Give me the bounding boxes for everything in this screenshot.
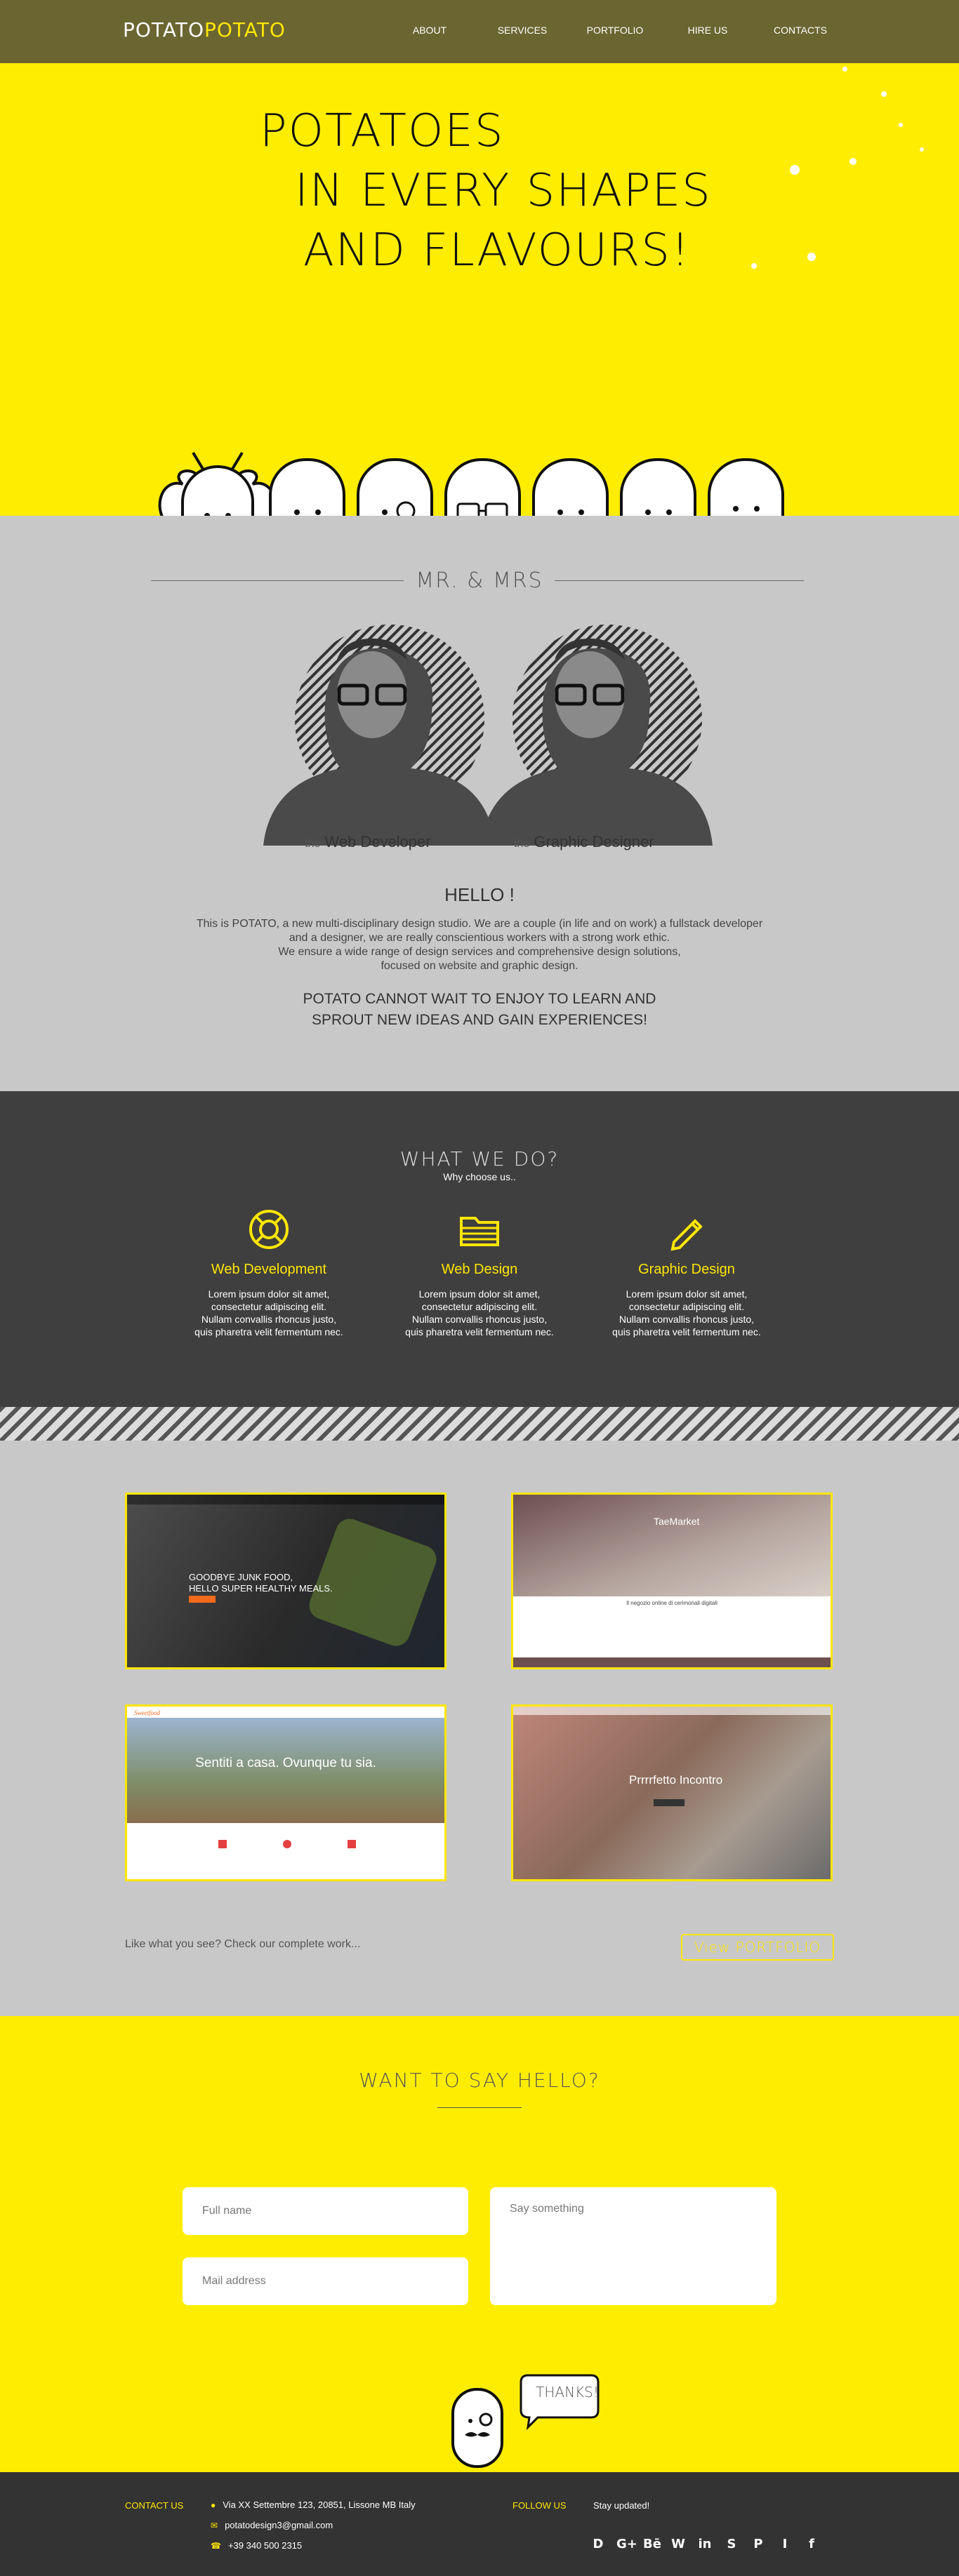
about-paragraph-line: and a designer, we are really conscienti… [289, 932, 670, 944]
service-description: Lorem ipsum dolor sit amet, consectetur a… [612, 1288, 761, 1337]
about-paragraph-line: We ensure a wide range of design service… [278, 946, 681, 958]
service-description: Lorem ipsum dolor sit amet, consectetur a… [194, 1288, 343, 1337]
feature-icon [283, 1840, 291, 1848]
card-headline: Sentiti a casa. Ovunque tu sia. [195, 1756, 376, 1770]
services-subtitle: Why choose us.. [443, 1171, 516, 1182]
service-description: Lorem ipsum dolor sit amet, consectetur a… [405, 1288, 554, 1337]
footer-email[interactable]: ✉ potatodesign3@gmail.com [211, 2520, 333, 2530]
mail-icon: ✉ [211, 2520, 218, 2530]
decor-dot [790, 165, 800, 175]
thanks-speech-text: THANKS! [536, 2384, 599, 2401]
portfolio-cta-text: Like what you see? Check our complete wo… [125, 1938, 361, 1950]
card-brand: Sweetfood [134, 1709, 160, 1716]
food-plate-image [305, 1514, 441, 1650]
portfolio-card-cat[interactable]: Prrrrfetto Incontro [511, 1704, 833, 1881]
main-nav: ABOUT SERVICES PORTFOLIO HIRE US CONTACT… [383, 25, 847, 36]
decor-dot [881, 91, 887, 97]
nav-about[interactable]: ABOUT [383, 25, 476, 36]
about-paragraph-line: focused on website and graphic design. [381, 960, 578, 972]
service-title: Web Development [211, 1262, 327, 1277]
card-button [654, 1799, 684, 1806]
top-navigation-bar: POTATOPOTATO ABOUT SERVICES PORTFOLIO HI… [0, 0, 959, 63]
pinterest-icon[interactable]: P [750, 2536, 767, 2553]
card-orange-button [189, 1596, 216, 1603]
hero-line-2: IN EVERY SHAPES [295, 165, 712, 217]
about-claim-line: POTATO CANNOT WAIT TO ENJOY TO LEARN AND [303, 991, 656, 1007]
site-logo[interactable]: POTATOPOTATO [123, 18, 286, 41]
pencil-icon [670, 1219, 703, 1251]
lifebuoy-icon [249, 1210, 289, 1249]
contact-title-rule [437, 2107, 522, 2108]
portfolio-card-food[interactable]: GOODBYE JUNK FOOD, HELLO SUPER HEALTHY M… [125, 1493, 447, 1669]
feature-icon [218, 1840, 227, 1848]
decor-dot [920, 147, 924, 152]
footer-follow-label: FOLLOW US [512, 2500, 567, 2511]
decor-dot [849, 158, 857, 165]
portfolio-card-taemarket[interactable]: TaeMarket Il negozio online di cerimonal… [511, 1493, 833, 1669]
dribbble-icon[interactable]: D [590, 2536, 607, 2553]
nav-portfolio[interactable]: PORTFOLIO [569, 25, 661, 36]
location-pin-icon: ● [211, 2500, 216, 2510]
service-graphic-design: Graphic Design Lorem ipsum dolor sit ame… [595, 1207, 778, 1338]
folder-icon [460, 1217, 499, 1246]
portfolio-card-sweetfood[interactable]: Sweetfood Sentiti a casa. Ovunque tu sia… [125, 1704, 447, 1881]
hero-line-1: POTATOES [260, 105, 505, 157]
service-title: Web Design [441, 1262, 518, 1277]
card-headline: Prrrrfetto Incontro [629, 1773, 723, 1787]
footer-stay-updated: Stay updated! [593, 2500, 650, 2511]
hero-section: POTATOES IN EVERY SHAPES AND FLAVOURS! [0, 63, 959, 580]
about-title: MR. & MRS [416, 568, 543, 593]
mail-address-field[interactable] [183, 2257, 468, 2305]
facebook-icon[interactable]: f [803, 2536, 820, 2553]
nav-hire-us[interactable]: HIRE US [661, 25, 754, 36]
service-title: Graphic Design [638, 1262, 735, 1277]
about-section: MR. & MRS the Web Developer the Graphic … [0, 516, 959, 1091]
service-web-design: Web Design Lorem ipsum dolor sit amet, co… [388, 1207, 571, 1338]
card-headline: GOODBYE JUNK FOOD, [189, 1572, 293, 1582]
decor-dot [807, 253, 816, 261]
footer-contact-label: CONTACT US [125, 2500, 184, 2511]
contact-title: WANT TO SAY HELLO? [359, 2069, 600, 2092]
decor-dot [751, 263, 757, 269]
mini-navbar [513, 1707, 831, 1715]
hello-heading: HELLO ! [444, 884, 515, 905]
instagram-icon[interactable]: I [776, 2536, 793, 2553]
full-name-field[interactable] [183, 2187, 468, 2235]
service-web-development: Web Development Lorem ipsum dolor sit am… [178, 1207, 360, 1338]
card-brand: TaeMarket [654, 1516, 700, 1527]
decor-dot [899, 123, 903, 127]
logo-part-1: POTATO [123, 18, 204, 41]
nav-contacts[interactable]: CONTACTS [754, 25, 847, 36]
notebook-image [513, 1495, 831, 1596]
feature-icon [348, 1840, 356, 1848]
view-portfolio-button[interactable]: View PORTFOLIO [681, 1934, 834, 1961]
phone-icon: ☎ [211, 2540, 221, 2551]
services-title: WHAT WE DO? [399, 1147, 560, 1170]
role-web-developer: the Web Developer [305, 833, 431, 850]
mini-footer [513, 1657, 831, 1667]
about-claim-line: SPROUT NEW IDEAS AND GAIN EXPERIENCES! [311, 1012, 648, 1028]
mini-navbar [127, 1495, 444, 1504]
striped-divider [0, 1407, 959, 1441]
behance-icon[interactable]: Bē [643, 2536, 661, 2553]
footer-address: ● Via XX Settembre 123, 20851, Lissone MB… [211, 2500, 416, 2510]
google-plus-icon[interactable]: G+ [616, 2536, 637, 2553]
message-field[interactable] [490, 2187, 776, 2305]
linkedin-icon[interactable]: in [696, 2536, 713, 2553]
hero-line-3: AND FLAVOURS! [303, 225, 691, 276]
about-paragraph-line: This is POTATO, a new multi-disciplinary… [196, 918, 763, 930]
nav-services[interactable]: SERVICES [476, 25, 569, 36]
card-caption: Il negozio online di cerimonali digitali [626, 1600, 717, 1606]
services-section: WHAT WE DO? Why choose us.. Web Developm… [0, 1091, 959, 1407]
social-links: D G+ Bē W in S P I f [590, 2536, 820, 2553]
decor-dot [842, 67, 847, 72]
team-portraits [263, 625, 713, 846]
card-headline: HELLO SUPER HEALTHY MEALS. [189, 1583, 333, 1594]
logo-part-2: POTATO [204, 18, 286, 41]
footer [0, 2472, 959, 2576]
role-graphic-designer: the Graphic Designer [514, 833, 654, 850]
footer-phone: ☎ +39 340 500 2315 [211, 2540, 303, 2551]
whatsapp-icon[interactable]: W [670, 2536, 687, 2553]
skype-icon[interactable]: S [723, 2536, 740, 2553]
